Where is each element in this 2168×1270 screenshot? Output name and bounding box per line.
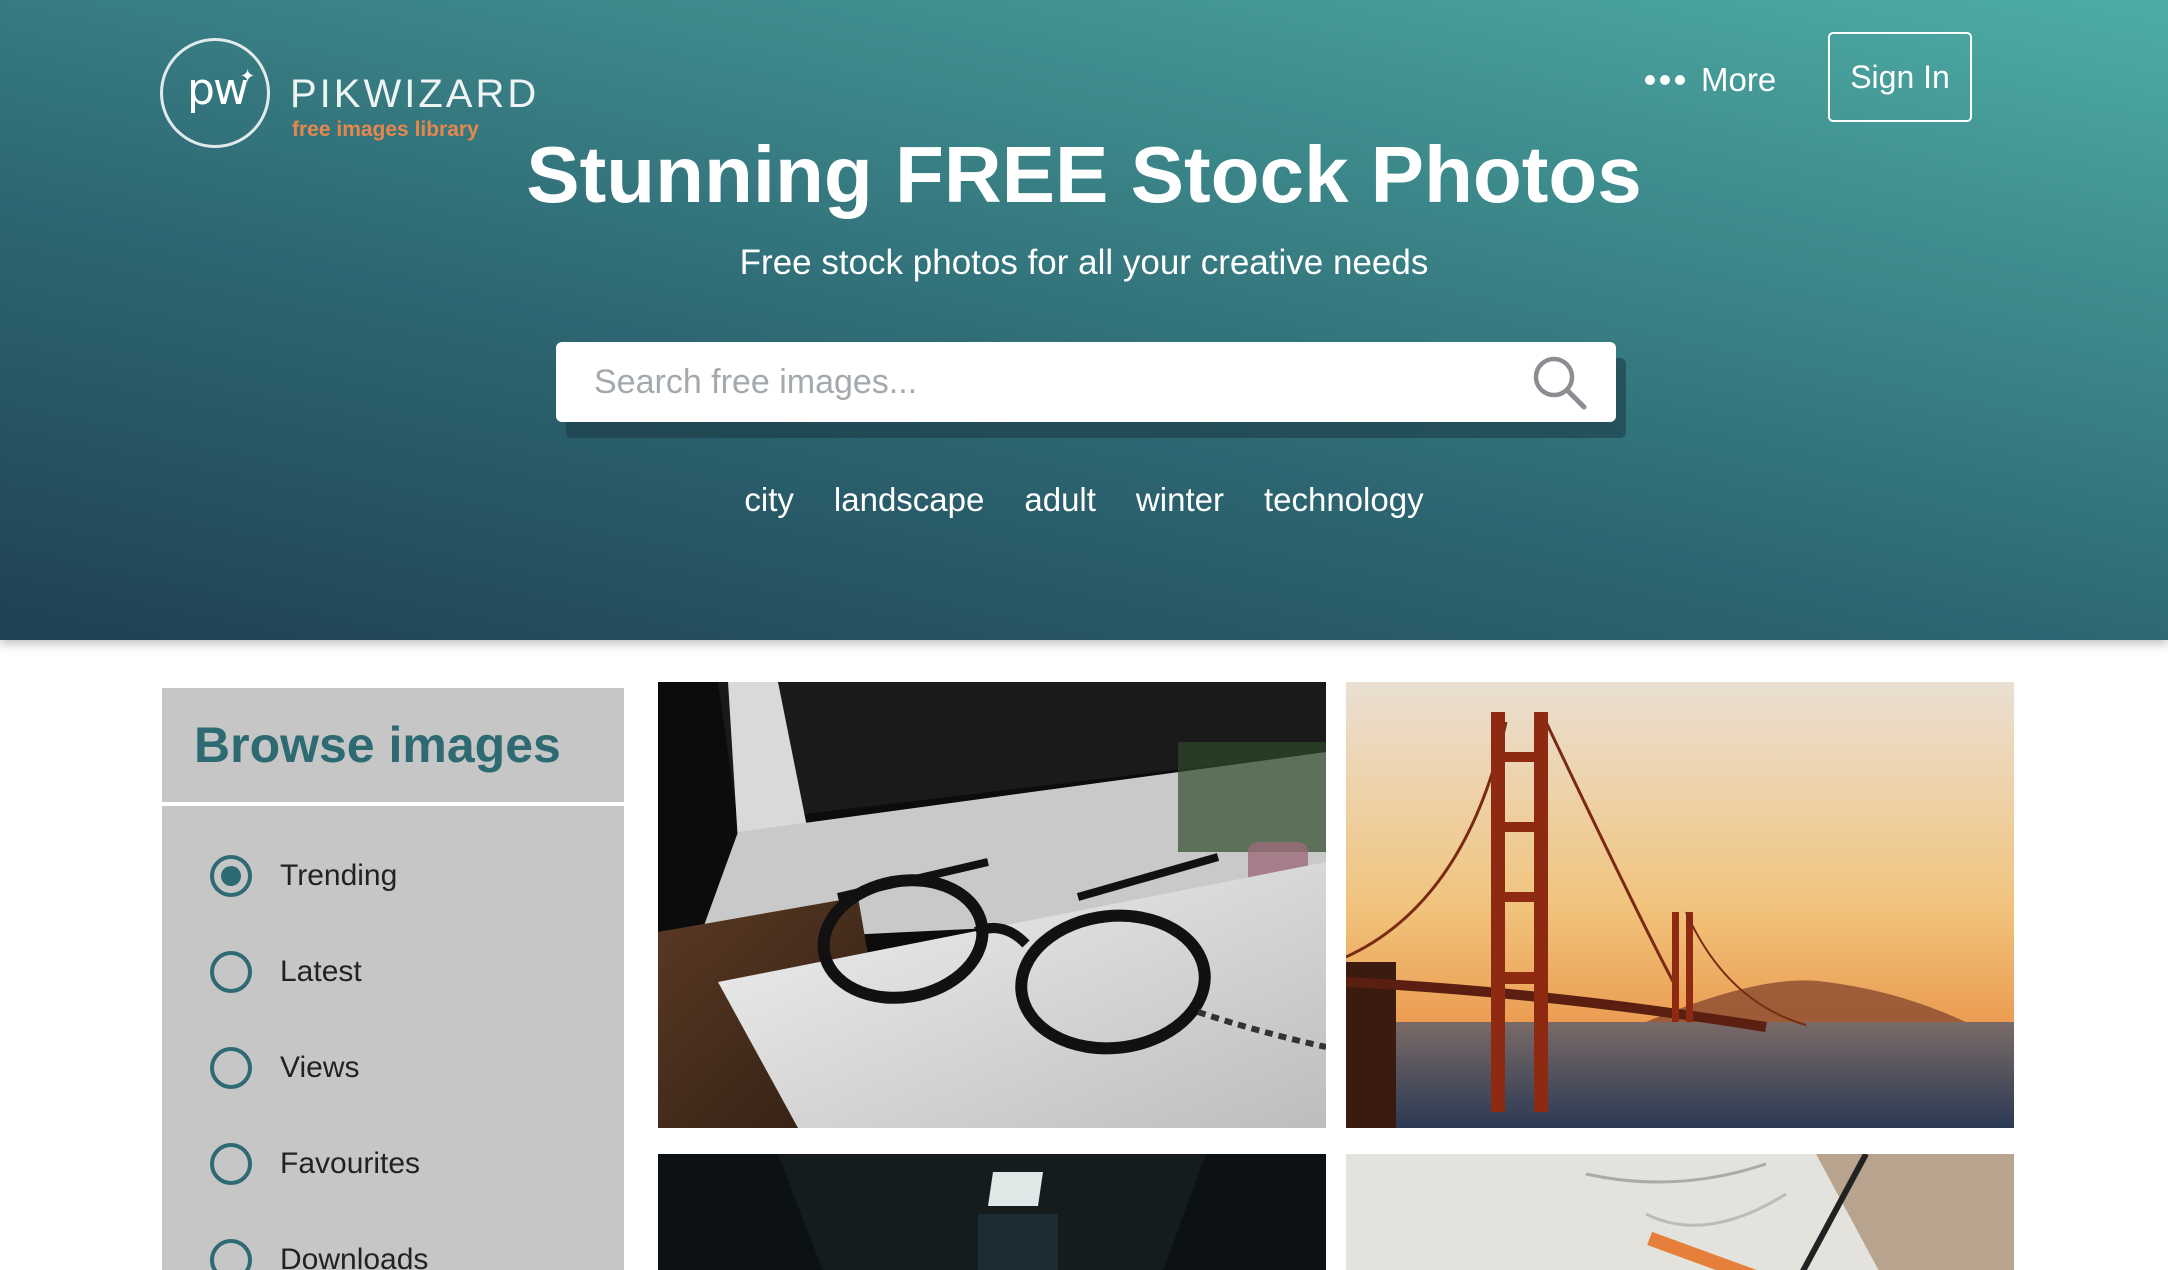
browse-option-label: Latest [280,955,362,988]
title-prefix: Stunning [526,130,896,219]
browse-option-downloads[interactable]: Downloads [162,1212,624,1270]
browse-option-label: Views [280,1051,360,1084]
search-input[interactable] [594,343,1534,421]
sign-in-button[interactable]: Sign In [1828,32,1972,122]
more-label: More [1701,61,1777,98]
tag-landscape[interactable]: landscape [834,477,984,523]
eyeglasses-image [658,682,1326,1128]
tag-technology[interactable]: technology [1264,477,1424,523]
popular-tags: city landscape adult winter technology [0,477,2168,523]
browse-option-label: Downloads [280,1243,429,1270]
browse-option-label: Favourites [280,1147,421,1180]
hero-header: pw ✦ PIKWIZARD free images library More … [0,0,2168,640]
browse-options: Trending Latest Views Favourites Downloa… [162,806,624,1270]
browse-panel: Browse images Trending Latest Views Favo… [162,688,624,1270]
browse-option-latest[interactable]: Latest [162,924,624,1020]
sketchbook-image [1346,1154,2014,1270]
search-bar [556,342,1616,422]
photo-eyeglasses[interactable] [658,682,1326,1128]
browse-option-label: Trending [280,859,398,892]
bridge-image [1346,682,2014,1128]
sparkle-icon: ✦ [240,66,256,87]
browse-option-views[interactable]: Views [162,1020,624,1116]
more-dots-icon [1645,75,1685,85]
page-title: Stunning FREE Stock Photos [0,125,2168,225]
radio-checked-icon[interactable] [210,855,252,897]
tag-adult[interactable]: adult [1024,477,1096,523]
browse-title: Browse images [194,717,561,773]
radio-icon[interactable] [210,951,252,993]
corridor-image [658,1154,1326,1270]
tag-winter[interactable]: winter [1136,477,1224,523]
more-menu-button[interactable]: More [1645,58,1776,102]
browse-option-trending[interactable]: Trending [162,828,624,924]
title-suffix: Stock Photos [1108,130,1642,219]
radio-icon[interactable] [210,1143,252,1185]
title-bold: FREE [895,130,1109,219]
photo-dark-corridor[interactable] [658,1154,1326,1270]
page-subtitle: Free stock photos for all your creative … [739,243,1429,282]
tag-city[interactable]: city [744,477,794,523]
radio-icon[interactable] [210,1239,252,1270]
radio-icon[interactable] [210,1047,252,1089]
search-icon[interactable] [1529,352,1589,412]
browse-header: Browse images [162,688,624,806]
photo-golden-gate[interactable] [1346,682,2014,1128]
browse-option-favourites[interactable]: Favourites [162,1116,624,1212]
photo-sketchbook[interactable] [1346,1154,2014,1270]
brand-name: PIKWIZARD [290,72,540,116]
